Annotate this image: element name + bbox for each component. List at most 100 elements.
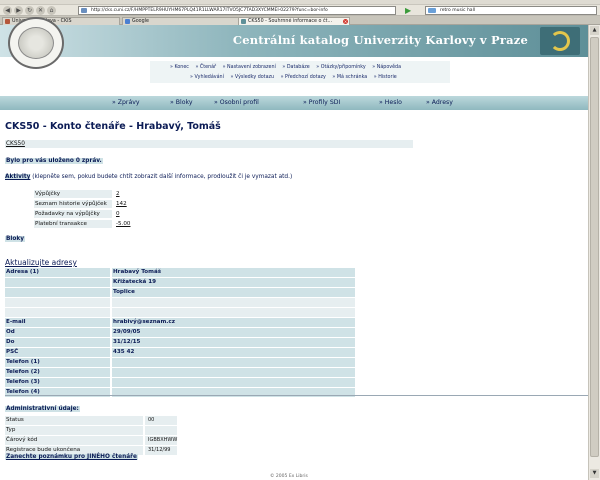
address-value	[112, 368, 355, 377]
requests-link[interactable]: 0	[116, 210, 120, 219]
menu-schranka[interactable]: » Má schránka	[332, 75, 367, 80]
search-engine-icon[interactable]	[428, 8, 436, 13]
tab-favicon-icon	[241, 19, 246, 24]
leave-note-link[interactable]: Zanechte poznámku pro JINÉHO čtenáře	[5, 454, 138, 460]
activity-label: Výpůjčky	[34, 190, 112, 198]
home-icon[interactable]: ⌂	[47, 6, 56, 15]
activity-label: Požadavky na výpůjčky	[34, 210, 112, 218]
account-nav: » Zprávy » Bloky » Osobní profil » Profi…	[0, 96, 588, 110]
reload-icon[interactable]: ↻	[25, 6, 34, 15]
update-addresses-link[interactable]: Aktualizujte adresy	[5, 258, 77, 267]
address-label: E-mail	[5, 318, 110, 327]
activity-hint: (klepněte sem, pokud budete chtít zobraz…	[32, 174, 293, 180]
address-value: 435 42	[112, 348, 355, 357]
menu-databaze[interactable]: » Databáze	[282, 65, 309, 70]
menu-nastaveni[interactable]: » Nastavení zobrazení	[223, 65, 276, 70]
address-label	[5, 308, 110, 317]
address-label: Telefon (3)	[5, 378, 110, 387]
transactions-link[interactable]: -5.00	[116, 220, 130, 229]
table-row: Od 29/09/05	[5, 328, 355, 338]
activity-link[interactable]: Aktivity	[5, 174, 31, 180]
cks50-link[interactable]: CKS50	[5, 140, 413, 148]
scroll-thumb[interactable]	[590, 37, 599, 457]
divider	[5, 395, 588, 396]
page-title: CKS50 - Konto čtenáře - Hrabavý, Tomáš	[5, 121, 221, 132]
address-value: Toplice	[112, 288, 355, 297]
top-menu-row2: » Vyhledávání » Výsledky dotazu » Předch…	[190, 73, 402, 82]
tab-cks50[interactable]: CKS50 - Souhrnné informace o čt... ×	[238, 17, 350, 25]
address-value: Hrabavý Tomáš	[112, 268, 355, 277]
tab-close-icon[interactable]: ×	[343, 19, 348, 24]
table-row: Telefon (4)	[5, 388, 355, 398]
address-label	[5, 278, 110, 287]
address-value	[112, 378, 355, 387]
menu-ctenar[interactable]: » Čtenář	[195, 65, 216, 70]
page-favicon-icon	[81, 8, 87, 13]
activity-row: Platební transakce -5.00	[34, 220, 144, 229]
menu-konec[interactable]: » Konec	[170, 65, 189, 70]
scroll-up-icon[interactable]: ▲	[590, 26, 599, 35]
scroll-down-icon[interactable]: ▼	[590, 469, 599, 478]
messages-info: Bylo pro vás uloženo 0 zpráv.	[5, 158, 103, 164]
go-icon[interactable]: ▶	[405, 6, 414, 15]
url-input[interactable]: http://cks.cuni.cz/F/HMPPTELR9HUYHM67PLQ…	[78, 6, 396, 15]
activity-row: Požadavky na výpůjčky 0	[34, 210, 144, 219]
nav-heslo[interactable]: » Heslo	[379, 99, 402, 106]
search-text: retro music hall	[440, 8, 476, 13]
nav-bloky[interactable]: » Bloky	[170, 99, 193, 106]
table-row: E-mail hrabivý@seznam.cz	[5, 318, 355, 328]
search-input[interactable]: retro music hall	[425, 6, 597, 15]
menu-predchozi[interactable]: » Předchozí dotazy	[281, 75, 326, 80]
table-row: Adresa (1) Hrabavý Tomáš	[5, 268, 355, 278]
university-seal-icon	[8, 17, 64, 69]
menu-napoveda[interactable]: » Nápověda	[372, 65, 401, 70]
table-row: Telefon (2)	[5, 368, 355, 378]
menu-vyhledavani[interactable]: » Vyhledávání	[190, 75, 224, 80]
admin-value: 00	[145, 416, 177, 425]
forward-icon[interactable]: ▶	[14, 6, 23, 15]
catalog-logo-icon	[540, 27, 580, 55]
loans-link[interactable]: 2	[116, 190, 120, 199]
nav-adresy[interactable]: » Adresy	[426, 99, 453, 106]
tab-favicon-icon	[125, 19, 130, 24]
admin-value: 31/12/99	[145, 446, 177, 455]
address-label: Telefon (2)	[5, 368, 110, 377]
menu-vysledky[interactable]: » Výsledky dotazu	[230, 75, 274, 80]
admin-heading: Administrativní údaje:	[5, 406, 80, 412]
activity-label: Platební transakce	[34, 220, 112, 228]
loan-history-link[interactable]: 142	[116, 200, 127, 209]
address-label: Telefon (1)	[5, 358, 110, 367]
back-icon[interactable]: ◀	[3, 6, 12, 15]
address-label: Do	[5, 338, 110, 347]
address-label: Od	[5, 328, 110, 337]
nav-osobni-profil[interactable]: » Osobní profil	[214, 99, 259, 106]
table-row: Čárový kód IGBBXHWW	[5, 436, 177, 446]
table-row: Telefon (1)	[5, 358, 355, 368]
stop-icon[interactable]: ✕	[36, 6, 45, 15]
menu-historie[interactable]: » Historie	[374, 75, 397, 80]
admin-label: Čárový kód	[5, 436, 143, 445]
logo-swirl-icon	[550, 31, 570, 51]
admin-label: Status	[5, 416, 143, 425]
address-value: hrabivý@seznam.cz	[112, 318, 355, 327]
table-row: PSČ 435 42	[5, 348, 355, 358]
catalog-title: Centrální katalog Univerzity Karlovy v P…	[232, 33, 528, 47]
admin-value: IGBBXHWW	[145, 436, 177, 445]
tab-label: CKS50 - Souhrnné informace o čt...	[248, 19, 333, 24]
activity-label: Seznam historie výpůjček	[34, 200, 112, 208]
tab-google[interactable]: Google	[122, 17, 240, 25]
url-text: http://cks.cuni.cz/F/HMPPTELR9HUYHM67PLQ…	[91, 8, 328, 13]
table-row	[5, 298, 355, 308]
activity-line: Aktivity (klepněte sem, pokud budete cht…	[5, 174, 292, 180]
address-value: Křižatecká 19	[112, 278, 355, 287]
menu-otazky[interactable]: » Otázky/připomínky	[316, 65, 365, 70]
nav-zpravy[interactable]: » Zprávy	[112, 99, 140, 106]
nav-profily-sdi[interactable]: » Profily SDI	[303, 99, 340, 106]
address-value	[112, 358, 355, 367]
table-row: Do 31/12/15	[5, 338, 355, 348]
blocks-heading: Bloky	[5, 236, 26, 242]
activity-row: Seznam historie výpůjček 142	[34, 200, 144, 209]
address-label	[5, 288, 110, 297]
seal-inner	[18, 27, 54, 59]
page-scrollbar[interactable]: ▲ ▼	[588, 25, 600, 480]
